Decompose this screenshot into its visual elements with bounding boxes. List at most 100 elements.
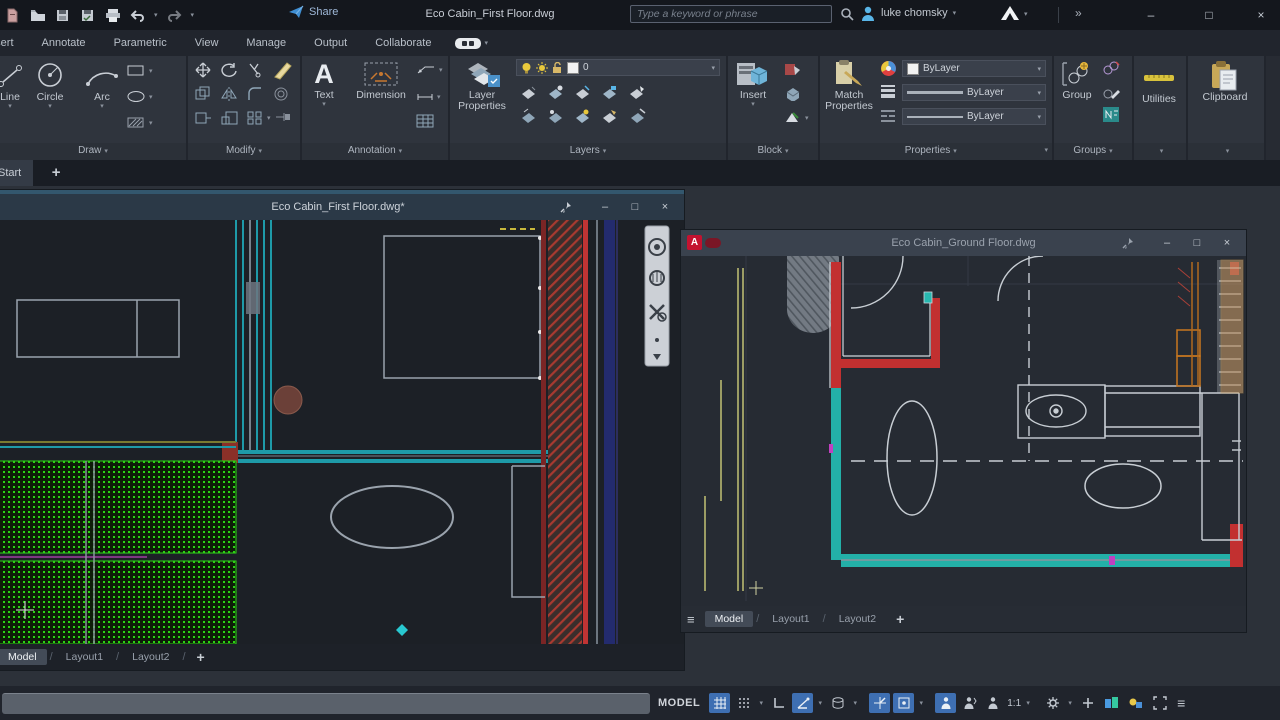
workspace-caret-icon[interactable]: ▾ [1066,699,1074,707]
drawing-window-first-floor[interactable]: Eco Cabin_First Floor.dwg* – □ × [0,190,684,670]
share-button[interactable]: Share [288,5,338,19]
object-snap-tracking-toggle[interactable] [869,693,890,713]
dim-style-tool[interactable]: ▾ [416,90,441,104]
new-drawing-tab-button[interactable]: + [52,160,61,186]
layer-match-tool[interactable] [628,84,646,99]
circle-button[interactable]: Circle ▾ [28,60,72,111]
window2-close-button[interactable]: × [1212,237,1242,249]
group-edit-tool[interactable] [1102,84,1120,100]
layer-off-tool[interactable] [520,84,537,99]
create-block-tool[interactable] [784,86,802,101]
object-snap-toggle[interactable] [893,693,914,713]
block-editor-tool[interactable]: ▾ [784,110,809,125]
window1-minimize-button[interactable]: – [590,201,620,213]
ellipse-tool[interactable]: ▾ [126,90,153,103]
offset-tool[interactable] [272,86,290,102]
window1-title-bar[interactable]: Eco Cabin_First Floor.dwg* – □ × [0,194,684,220]
drawing-canvas-first-floor[interactable] [0,220,684,644]
undo-icon[interactable] [129,7,146,24]
model-space-label[interactable]: MODEL [658,697,700,709]
panel-label-block[interactable]: Block▾ [728,143,818,160]
redo-caret-icon[interactable]: ▾ [191,11,195,19]
panel-label-draw[interactable]: Draw▾ [0,143,186,160]
rectangle-tool[interactable]: ▾ [126,64,153,77]
group-button[interactable]: Group [1056,58,1098,101]
layer-current-tool[interactable] [574,108,591,123]
layer-properties-button[interactable]: Layer Properties [452,58,512,112]
window1-close-button[interactable]: × [650,201,680,213]
window2-tab-model[interactable]: Model [705,611,754,627]
ribbon-tab-insert[interactable]: Insert [0,30,28,56]
mirror-tool[interactable] [220,86,238,102]
panel-label-properties[interactable]: Properties▾▾ [820,143,1052,160]
ribbon-tab-parametric[interactable]: Parametric [100,30,181,56]
scale-tool[interactable] [220,110,238,126]
annotation-visibility-toggle[interactable] [935,693,956,713]
trim-tool[interactable] [246,62,264,78]
osnap-caret-icon[interactable]: ▾ [917,699,925,707]
polar-caret-icon[interactable]: ▾ [816,699,824,707]
scale-caret-icon[interactable]: ▾ [1024,699,1032,707]
layer-prev-tool[interactable] [520,108,537,123]
group-selection-toggle[interactable] [1102,106,1120,123]
graphics-performance-toggle[interactable] [1101,693,1122,713]
window1-maximize-button[interactable]: □ [620,201,650,213]
window1-tab-layout2[interactable]: Layout2 [122,649,179,665]
isolate-objects-toggle[interactable] [1125,693,1146,713]
ribbon-tab-collaborate[interactable]: Collaborate [361,30,445,56]
workspace-switching-gear[interactable] [1042,693,1063,713]
clean-screen-toggle[interactable] [1149,693,1170,713]
match-properties-button[interactable]: Match Properties [822,58,876,112]
titlebar-chevrons-icon[interactable]: » [1075,6,1082,20]
text-button[interactable]: A Text ▾ [304,58,344,109]
selected-shelf-strip[interactable] [1217,260,1243,393]
layer-copy-to-layer-tool[interactable] [601,108,619,123]
window2-layout-menu-icon[interactable]: ≡ [687,612,695,627]
save-as-icon[interactable] [79,7,96,24]
stretch-tool[interactable] [194,110,212,126]
undo-caret-icon[interactable]: ▾ [154,11,158,19]
window1-tab-layout1[interactable]: Layout1 [56,649,113,665]
ribbon-tab-annotate[interactable]: Annotate [28,30,100,56]
panel-label-annotation[interactable]: Annotation▾ [302,143,448,160]
panel-label-utilities[interactable]: ▾ [1134,143,1186,160]
command-line-bar[interactable] [2,693,650,714]
isodraft-caret-icon[interactable]: ▾ [851,699,859,707]
plot-icon[interactable] [104,7,121,24]
lineweight-dropdown[interactable]: ByLayer ▾ [902,84,1046,101]
insert-block-button[interactable]: Insert ▾ [730,58,776,109]
new-drawing-icon[interactable] [4,7,21,24]
paste-button[interactable]: Clipboard [1190,60,1260,103]
save-icon[interactable] [54,7,71,24]
array-tool[interactable]: ▾ [246,110,271,126]
polar-tracking-toggle[interactable] [792,693,813,713]
drawing-window-ground-floor[interactable]: A Eco Cabin_Ground Floor.dwg – □ × [681,230,1246,632]
layer-isolate-tool[interactable] [547,84,564,99]
annotation-scale-value[interactable]: 1:1 [1007,698,1021,709]
search-icon[interactable] [840,7,855,22]
window2-maximize-button[interactable]: □ [1182,237,1212,249]
move-tool[interactable] [194,62,212,78]
panel-label-groups[interactable]: Groups▾ [1054,143,1132,160]
annotation-scale-icon[interactable] [983,693,1004,713]
redo-icon[interactable] [166,7,183,24]
leader-tool[interactable]: ▾ [416,64,443,76]
layer-lock-tool[interactable] [601,84,618,99]
rotate-tool[interactable] [220,62,238,78]
explode-tool[interactable] [274,110,292,124]
layer-dropdown[interactable]: 0 ▾ [516,59,720,76]
window2-pin-icon[interactable] [1122,237,1152,249]
layer-dropdown-caret-icon[interactable]: ▾ [711,64,715,72]
window2-title-bar[interactable]: A Eco Cabin_Ground Floor.dwg – □ × [681,230,1246,256]
linetype-dropdown[interactable]: ByLayer ▾ [902,108,1046,125]
ribbon-collapse-caret-icon[interactable]: ▾ [484,39,488,47]
user-account-menu[interactable]: luke chomsky ▾ [860,5,956,21]
ungroup-tool[interactable] [1102,60,1120,76]
ribbon-tab-output[interactable]: Output [300,30,361,56]
table-tool[interactable] [416,114,434,128]
navigation-bar[interactable] [645,226,669,366]
object-color-dropdown[interactable]: ByLayer ▾ [902,60,1046,77]
annotation-autoscale-toggle[interactable] [959,693,980,713]
erase-tool[interactable] [272,60,294,80]
autodesk-menu[interactable]: ▾ [1000,5,1028,22]
